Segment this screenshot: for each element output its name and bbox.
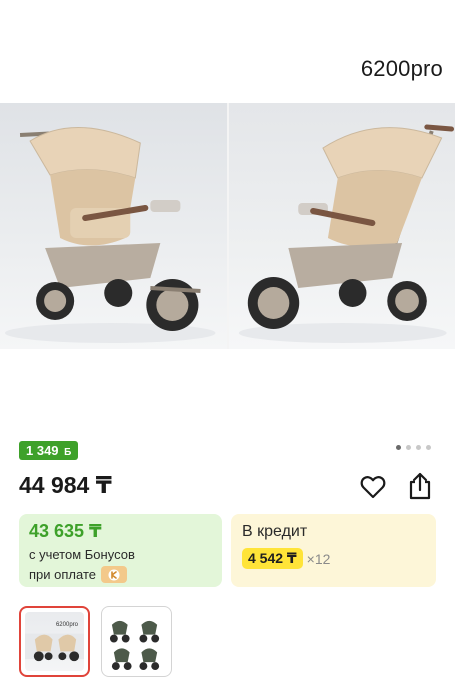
product-image-gallery[interactable]: 6200pro bbox=[0, 0, 455, 430]
product-photos[interactable] bbox=[0, 103, 455, 349]
bonus-description: с учетом Бонусов bbox=[29, 547, 135, 562]
product-photo-side bbox=[226, 103, 455, 349]
credit-offer-card[interactable]: В кредит 4 542 ₸ ×12 bbox=[231, 514, 436, 587]
credit-monthly-amount: 4 542 ₸ bbox=[242, 548, 303, 569]
credit-months: ×12 bbox=[306, 550, 331, 567]
bonus-payment-row: при оплате bbox=[29, 566, 212, 583]
bonus-payment-text: при оплате bbox=[29, 567, 96, 582]
bonus-badge-amount: 1 349 bbox=[26, 443, 59, 458]
share-button[interactable] bbox=[405, 470, 435, 502]
image-carousel-dots[interactable] bbox=[396, 445, 431, 450]
thumbnail-image-icon bbox=[25, 633, 84, 662]
credit-title: В кредит bbox=[242, 523, 308, 540]
carousel-dot[interactable] bbox=[396, 445, 401, 450]
stroller-image-side bbox=[238, 124, 454, 343]
carousel-dot[interactable] bbox=[416, 445, 421, 450]
thumbnail-image-icon bbox=[109, 620, 160, 671]
bonus-badge: 1 349 Б bbox=[19, 441, 79, 460]
payment-logo-icon bbox=[100, 566, 127, 583]
model-label: 6200pro bbox=[360, 56, 443, 81]
stroller-image-front bbox=[5, 127, 216, 343]
heart-icon bbox=[360, 476, 386, 499]
credit-row: 4 542 ₸ ×12 bbox=[242, 548, 425, 569]
product-price: 44 984 ₸ bbox=[19, 472, 112, 498]
thumbnail-item[interactable]: 6200pro bbox=[19, 606, 90, 677]
product-photo-front bbox=[0, 103, 227, 349]
carousel-dot[interactable] bbox=[426, 445, 431, 450]
bonus-price: 43 635 ₸ bbox=[29, 521, 102, 541]
thumbnail-label: 6200pro bbox=[55, 622, 78, 628]
share-icon bbox=[409, 472, 431, 500]
carousel-dot[interactable] bbox=[406, 445, 411, 450]
thumbnail-item[interactable] bbox=[101, 606, 172, 677]
bonus-price-card[interactable]: 43 635 ₸ с учетом Бонусов при оплате bbox=[19, 514, 222, 587]
bonus-badge-symbol: Б bbox=[64, 447, 72, 458]
favorite-button[interactable] bbox=[358, 472, 388, 502]
